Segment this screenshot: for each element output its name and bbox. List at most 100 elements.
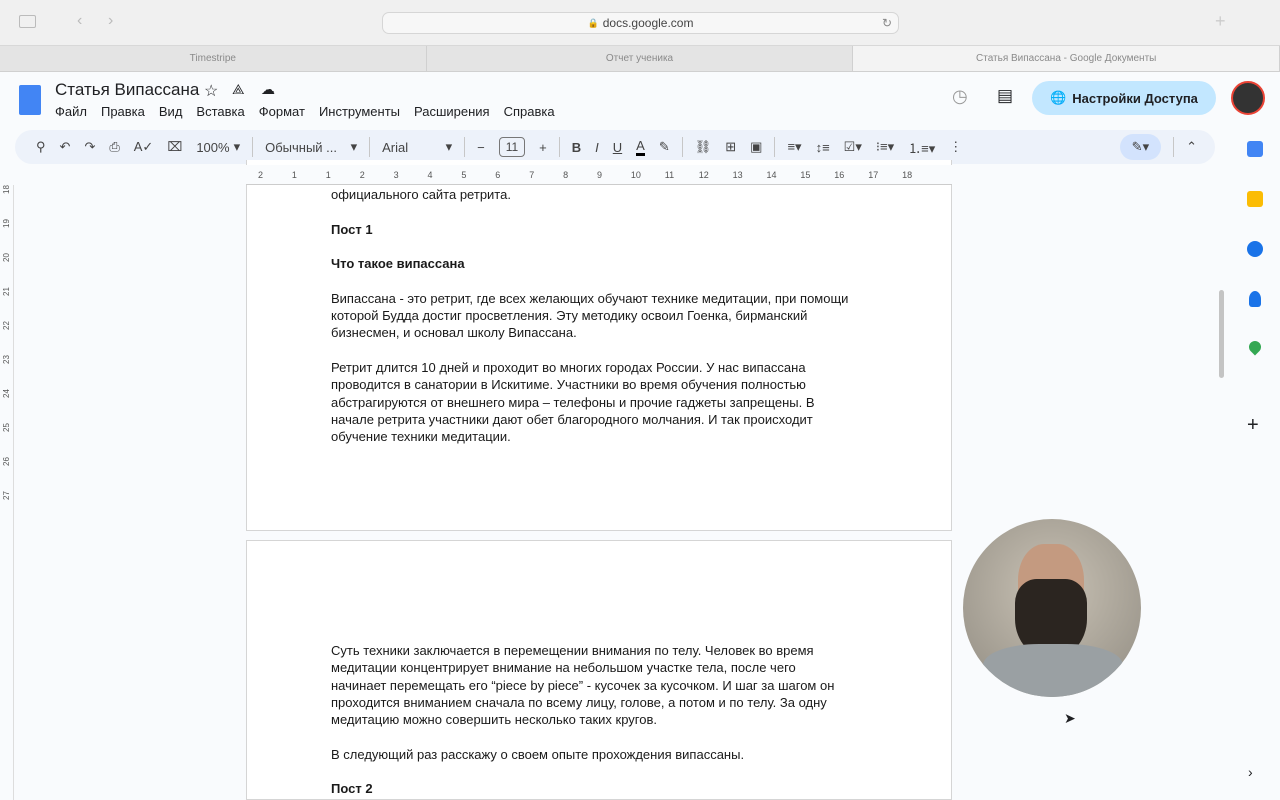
vertical-ruler[interactable]: 18 19 20 21 22 23 24 25 26 27 [0, 185, 14, 800]
editing-mode-button[interactable]: ✎▾ [1119, 134, 1162, 160]
paragraph-line: Ретрит длится 10 дней и проходит во мног… [331, 360, 806, 375]
contacts-icon[interactable] [1249, 291, 1261, 307]
paragraph-line: начинает перемещать его “piece by piece”… [331, 677, 835, 693]
link-icon[interactable]: ⛓ [695, 139, 712, 155]
globe-icon: 🌐 [1050, 90, 1067, 105]
tasks-icon[interactable] [1247, 241, 1263, 257]
cloud-status-icon[interactable]: ☁ [261, 81, 275, 98]
maps-icon[interactable] [1246, 338, 1264, 356]
menu-view[interactable]: Вид [159, 104, 183, 119]
divider [558, 137, 560, 157]
add-comment-icon[interactable]: ⊞ [725, 139, 736, 155]
line-spacing-icon[interactable]: ↕≡ [816, 140, 830, 155]
paragraph-line: проходится вниманием сначала по всему ли… [331, 694, 827, 710]
sidebar-toggle-icon[interactable] [19, 15, 36, 28]
webcam-shoulders [983, 644, 1123, 697]
ruler-tick-label: 18 [902, 170, 913, 180]
paragraph-line: Випассана - это ретрит, где всех желающи… [331, 290, 849, 306]
docs-logo-icon[interactable] [19, 85, 41, 115]
ruler-tick-label: 24 [1, 389, 11, 398]
history-icon[interactable]: ◷ [952, 86, 968, 107]
zoom-select[interactable]: 100% ▾ [196, 139, 240, 155]
style-select[interactable]: Обычный ... ▾ [265, 139, 357, 155]
search-icon[interactable]: ⚲ [36, 139, 46, 155]
tab-doc[interactable]: Статья Випассана - Google Документы [853, 46, 1280, 71]
keep-icon[interactable] [1247, 191, 1263, 207]
ruler-tick-label: 7 [529, 170, 535, 180]
menu-edit[interactable]: Правка [101, 104, 145, 119]
paragraph-line: проводится в санатории в Искитиме. Участ… [331, 377, 806, 393]
ruler-tick-label: 22 [1, 321, 11, 330]
menu-help[interactable]: Справка [504, 104, 555, 119]
decrease-font-size-button[interactable]: − [477, 140, 485, 155]
add-addon-icon[interactable]: + [1247, 414, 1259, 437]
paragraph-line: начале ретрита участники дают обет благо… [331, 411, 813, 427]
underline-icon[interactable]: U [613, 140, 622, 155]
webcam-overlay[interactable] [963, 519, 1141, 697]
reload-icon[interactable]: ↻ [882, 16, 892, 30]
menu-extensions[interactable]: Расширения [414, 104, 490, 119]
address-bar[interactable]: 🔒 docs.google.com ↻ [382, 12, 899, 34]
avatar[interactable] [1231, 81, 1265, 115]
checklist-icon[interactable]: ☑▾ [844, 139, 862, 155]
ruler-tick-label: 5 [461, 170, 467, 180]
divider [369, 137, 371, 157]
spellcheck-icon[interactable]: A✓ [134, 139, 154, 155]
print-icon[interactable]: ⎙ [109, 139, 119, 155]
bold-icon[interactable]: B [572, 140, 581, 155]
share-button[interactable]: 🌐 Настройки Доступа [1032, 81, 1216, 115]
more-icon[interactable]: ⋮ [949, 139, 962, 155]
move-icon[interactable]: ⟁ [232, 81, 245, 98]
collapse-menus-icon[interactable]: ⌃ [1186, 139, 1197, 155]
ruler-tick-label: 6 [495, 170, 501, 180]
redo-icon[interactable]: ↷ [84, 139, 95, 155]
star-icon[interactable]: ☆ [204, 81, 218, 101]
tab-timestripe[interactable]: Timestripe [0, 46, 427, 71]
bulleted-list-icon[interactable]: ⁝≡▾ [876, 139, 894, 155]
ruler-tick-label: 1 [291, 170, 297, 180]
numbered-list-icon[interactable]: ⒈≡▾ [908, 138, 935, 157]
scrollbar[interactable] [1219, 290, 1224, 378]
ruler-tick-label: 17 [868, 170, 879, 180]
forward-icon[interactable]: › [108, 12, 113, 30]
paragraph-line: медитации концентрирует внимание на небо… [331, 660, 796, 676]
new-tab-icon[interactable]: + [1215, 11, 1226, 32]
paragraph-line: абстрагируются от внешнего мира – телефо… [331, 394, 815, 410]
align-icon[interactable]: ≡▾ [787, 139, 801, 155]
paragraph-line: бизнесмен, и основал школу Випассана. [331, 325, 577, 341]
expand-panel-icon[interactable]: › [1248, 764, 1253, 780]
highlight-icon[interactable]: ✎ [659, 139, 670, 155]
ruler-tick-label: 19 [1, 219, 11, 228]
paragraph-line: которой Будда достиг просветления. Эту м… [331, 308, 808, 324]
back-icon[interactable]: ‹ [77, 12, 82, 30]
comments-icon[interactable]: ▤ [997, 86, 1013, 106]
menu-format[interactable]: Формат [259, 104, 305, 119]
menu-file[interactable]: Файл [55, 104, 87, 119]
undo-icon[interactable]: ↶ [60, 139, 71, 155]
paragraph-line: Суть техники заключается в перемещении в… [331, 643, 814, 658]
font-size-input[interactable]: 11 [498, 137, 526, 157]
menu-insert[interactable]: Вставка [196, 104, 244, 119]
calendar-icon[interactable] [1247, 141, 1263, 157]
ruler-tick-label: 12 [698, 170, 709, 180]
menu-bar: Файл Правка Вид Вставка Формат Инструмен… [55, 104, 569, 119]
menu-tools[interactable]: Инструменты [319, 104, 400, 119]
ruler-tick-label: 25 [1, 423, 11, 432]
lock-icon: 🔒 [587, 17, 599, 28]
paint-format-icon[interactable]: ⌧ [167, 139, 182, 155]
ruler-tick-label: 10 [630, 170, 641, 180]
paragraph: официального сайта ретрита. [331, 187, 511, 202]
page-1[interactable] [246, 160, 952, 531]
font-select[interactable]: Arial ▾ [382, 139, 452, 155]
text-color-icon[interactable]: A [636, 138, 645, 156]
italic-icon[interactable]: I [595, 140, 599, 155]
increase-font-size-button[interactable]: + [539, 140, 547, 155]
document-title[interactable]: Статья Випассана [55, 80, 199, 100]
divider [774, 137, 776, 157]
insert-image-icon[interactable]: ▣ [750, 139, 762, 155]
divider [1173, 137, 1175, 157]
ruler-tick-label: 26 [1, 457, 11, 466]
ruler-tick-label: 8 [563, 170, 569, 180]
horizontal-ruler[interactable]: 2 1 1 2 3 4 5 6 7 8 9 10 11 12 13 14 15 16 17 18 [246, 170, 952, 185]
tab-report[interactable]: Отчет ученика [427, 46, 854, 71]
